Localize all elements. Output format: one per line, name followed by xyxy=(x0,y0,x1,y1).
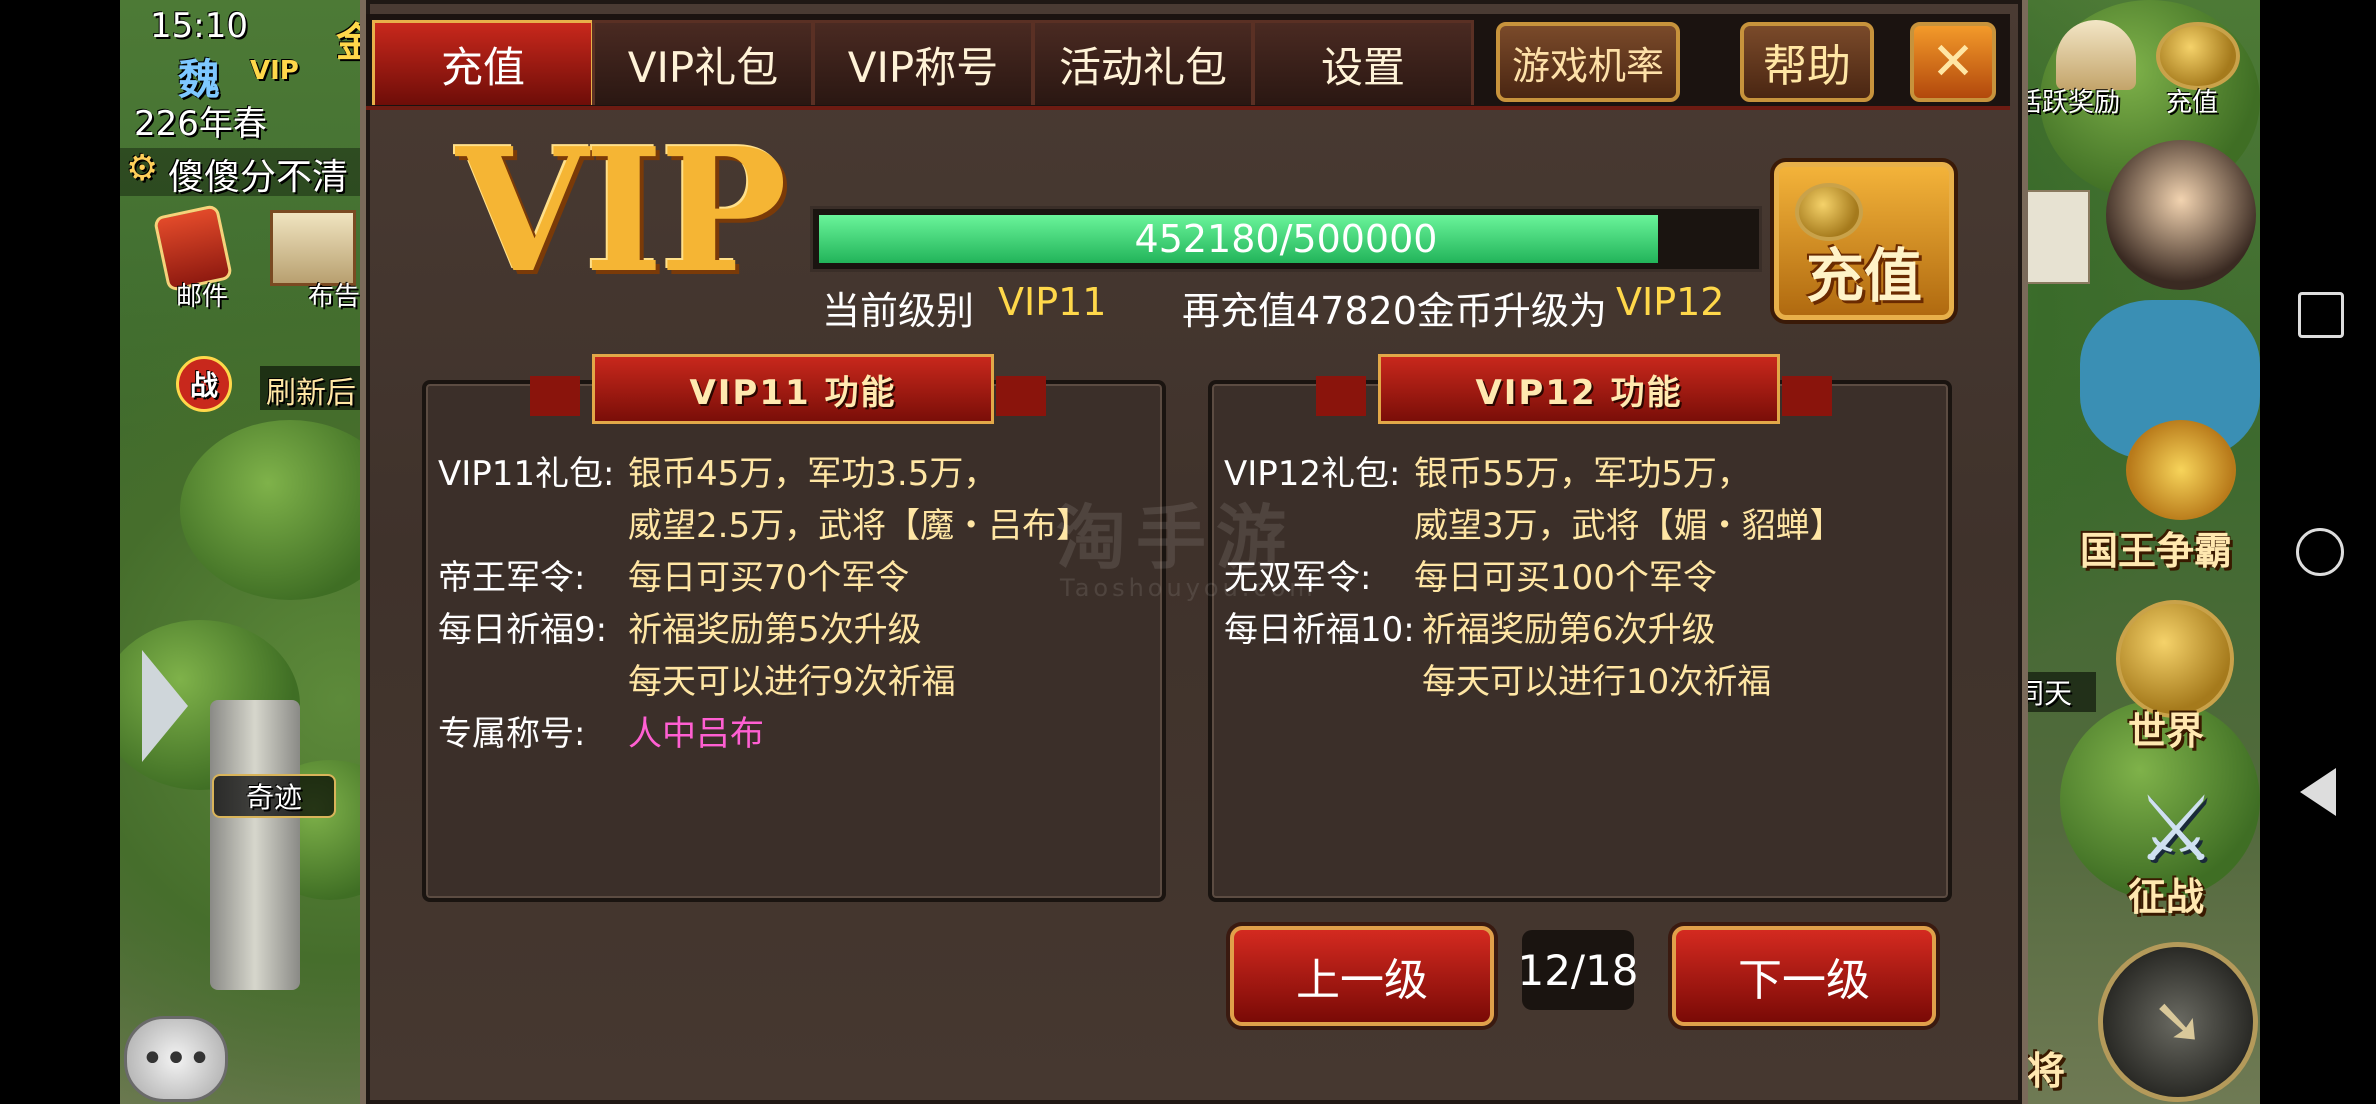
feature-value: 每日可买100个军令 xyxy=(1414,558,1717,598)
dragon-icon[interactable] xyxy=(2126,420,2236,520)
wonder-label-box[interactable]: 奇迹 xyxy=(212,774,336,818)
right-hud: 活跃奖励 充值 国王争霸 同天 世界 ⚔ 征战 ➘ 将 xyxy=(2016,0,2260,1104)
feature-value: 威望2.5万，武将【魔・吕布】 xyxy=(628,506,1091,546)
tab-settings[interactable]: 设置 xyxy=(1252,20,1474,105)
progress-text: 452180/500000 xyxy=(1134,217,1438,261)
notice-label[interactable]: 布告 xyxy=(308,276,360,313)
game-odds-button[interactable]: 游戏机率 xyxy=(1496,22,1680,102)
recent-apps-icon[interactable] xyxy=(2298,292,2344,338)
player-name-bar[interactable]: ⚙ 傻傻分不清 xyxy=(120,148,360,198)
battle-icon[interactable]: 战 xyxy=(176,356,232,412)
watermark: 淘手游 xyxy=(1056,497,1296,579)
vip-progress-bar: 452180/500000 xyxy=(810,206,1762,272)
campaign-label[interactable]: 征战 xyxy=(2076,866,2256,921)
crossed-swords-icon[interactable]: ⚔ xyxy=(2126,780,2226,880)
watermark-sub: Taoshouyou.com xyxy=(1060,574,1317,602)
tab-event-gift[interactable]: 活动礼包 xyxy=(1032,20,1254,105)
feature-value: 每天可以进行9次祈福 xyxy=(628,662,956,702)
system-nav-bar xyxy=(2260,0,2376,1104)
active-reward-label[interactable]: 活跃奖励 xyxy=(2016,82,2120,119)
current-level-label: 当前级别 xyxy=(822,289,975,333)
feature-label: VIP11礼包: xyxy=(438,454,615,494)
page-indicator: 12/18 xyxy=(1517,930,1639,1010)
current-level-value: VIP11 xyxy=(998,280,1107,324)
feature-label: 帝王军令: xyxy=(438,558,586,598)
close-button[interactable]: ✕ xyxy=(1910,22,1996,102)
next-level-value: VIP12 xyxy=(1616,280,1725,324)
recharge-button[interactable]: 充值 xyxy=(1774,162,1954,320)
vip11-feature-title: VIP11 功能 xyxy=(592,354,994,424)
tab-recharge[interactable]: 充值 xyxy=(372,20,594,105)
hud-icon-row: 邮件 布告 xyxy=(120,200,360,320)
collapse-menu-icon[interactable]: ➘ xyxy=(2098,942,2258,1102)
upgrade-text: 再充值47820金币升级为 xyxy=(1182,289,1607,333)
tab-vip-gift[interactable]: VIP礼包 xyxy=(592,20,814,105)
expand-arrow-icon[interactable] xyxy=(142,650,188,762)
season-label: 226年春 xyxy=(134,104,267,144)
wonder-pillar[interactable] xyxy=(210,700,300,990)
previous-level-button[interactable]: 上一级 xyxy=(1230,926,1494,1026)
close-icon: ✕ xyxy=(1931,32,1975,92)
feature-value: 银币45万，军功3.5万， xyxy=(628,454,998,494)
vip12-feature-title: VIP12 功能 xyxy=(1378,354,1780,424)
feature-label: 每日祈福10: xyxy=(1224,610,1415,650)
hero-portrait[interactable] xyxy=(2106,140,2256,290)
back-icon[interactable] xyxy=(2300,768,2336,816)
player-name: 傻傻分不清 xyxy=(168,157,349,198)
world-label[interactable]: 世界 xyxy=(2076,700,2256,755)
clock: 15:10 xyxy=(150,6,248,46)
notice-icon[interactable] xyxy=(270,210,356,286)
ribbon-tail xyxy=(996,376,1046,416)
chat-bubble-icon[interactable]: ••• xyxy=(124,1016,228,1102)
feature-value: 每日可买70个军令 xyxy=(628,558,910,598)
feature-value: 祈福奖励第5次升级 xyxy=(628,610,922,650)
gear-icon[interactable]: ⚙ xyxy=(126,148,158,189)
feature-label: 每日祈福9: xyxy=(438,610,608,650)
coins-icon[interactable] xyxy=(2156,22,2240,90)
active-reward-icon[interactable] xyxy=(2056,20,2136,90)
tab-vip-title[interactable]: VIP称号 xyxy=(812,20,1034,105)
left-hud: 15:10 魏 VIP 226年春 ⚙ 傻傻分不清 邮件 布告 战 刷新后 奇迹… xyxy=(120,0,376,1104)
ribbon-tail xyxy=(1782,376,1832,416)
feature-label: 专属称号: xyxy=(438,714,586,754)
refresh-banner: 刷新后 xyxy=(260,366,360,411)
ribbon-tail xyxy=(1316,376,1366,416)
mail-label[interactable]: 邮件 xyxy=(176,276,228,313)
vip-badge: VIP xyxy=(250,56,299,86)
feature-value: 祈福奖励第6次升级 xyxy=(1422,610,1716,650)
help-button[interactable]: 帮助 xyxy=(1740,22,1874,102)
king-contest-label[interactable]: 国王争霸 xyxy=(2056,520,2256,575)
feature-value: 威望3万，武将【媚・貂蝉】 xyxy=(1414,506,1844,546)
recharge-shortcut-label[interactable]: 充值 xyxy=(2166,82,2218,119)
feature-value: 银币55万，军功5万， xyxy=(1414,454,1751,494)
ribbon-tail xyxy=(530,376,580,416)
next-level-button[interactable]: 下一级 xyxy=(1672,926,1936,1026)
feature-value: 每天可以进行10次祈福 xyxy=(1422,662,1772,702)
vip-logo: VIP xyxy=(456,111,787,311)
exclusive-title-value: 人中吕布 xyxy=(628,714,764,754)
home-icon[interactable] xyxy=(2296,528,2344,576)
